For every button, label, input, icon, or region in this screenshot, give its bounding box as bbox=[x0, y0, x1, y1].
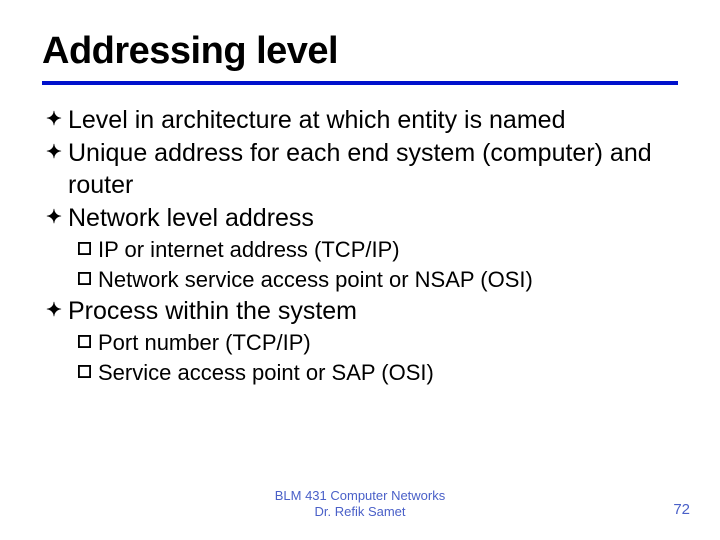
slide-footer: BLM 431 Computer Networks Dr. Refik Same… bbox=[0, 488, 720, 521]
bullet-level2: Network service access point or NSAP (OS… bbox=[78, 266, 674, 295]
z-bullet-icon: ✦ bbox=[46, 296, 68, 326]
bullet-level1: ✦ Level in architecture at which entity … bbox=[46, 105, 674, 136]
bullet-text: Unique address for each end system (comp… bbox=[68, 138, 674, 201]
bullet-text: Network service access point or NSAP (OS… bbox=[98, 266, 674, 295]
bullet-text: Level in architecture at which entity is… bbox=[68, 105, 674, 136]
bullet-level1: ✦ Process within the system bbox=[46, 296, 674, 327]
footer-line2: Dr. Refik Samet bbox=[0, 504, 720, 520]
y-bullet-icon bbox=[78, 236, 98, 255]
y-bullet-icon bbox=[78, 266, 98, 285]
slide: Addressing level ✦ Level in architecture… bbox=[0, 0, 720, 540]
bullet-text: IP or internet address (TCP/IP) bbox=[98, 236, 674, 265]
bullet-text: Network level address bbox=[68, 203, 674, 234]
slide-title: Addressing level bbox=[42, 30, 678, 79]
y-bullet-icon bbox=[78, 359, 98, 378]
slide-body: ✦ Level in architecture at which entity … bbox=[42, 85, 678, 388]
z-bullet-icon: ✦ bbox=[46, 138, 68, 168]
footer-line1: BLM 431 Computer Networks bbox=[0, 488, 720, 504]
page-number: 72 bbox=[673, 501, 690, 518]
bullet-text: Service access point or SAP (OSI) bbox=[98, 359, 674, 388]
bullet-level2: Port number (TCP/IP) bbox=[78, 329, 674, 358]
bullet-level2: Service access point or SAP (OSI) bbox=[78, 359, 674, 388]
bullet-text: Process within the system bbox=[68, 296, 674, 327]
bullet-level2: IP or internet address (TCP/IP) bbox=[78, 236, 674, 265]
y-bullet-icon bbox=[78, 329, 98, 348]
z-bullet-icon: ✦ bbox=[46, 203, 68, 233]
z-bullet-icon: ✦ bbox=[46, 105, 68, 135]
bullet-level1: ✦ Unique address for each end system (co… bbox=[46, 138, 674, 201]
bullet-level1: ✦ Network level address bbox=[46, 203, 674, 234]
bullet-text: Port number (TCP/IP) bbox=[98, 329, 674, 358]
